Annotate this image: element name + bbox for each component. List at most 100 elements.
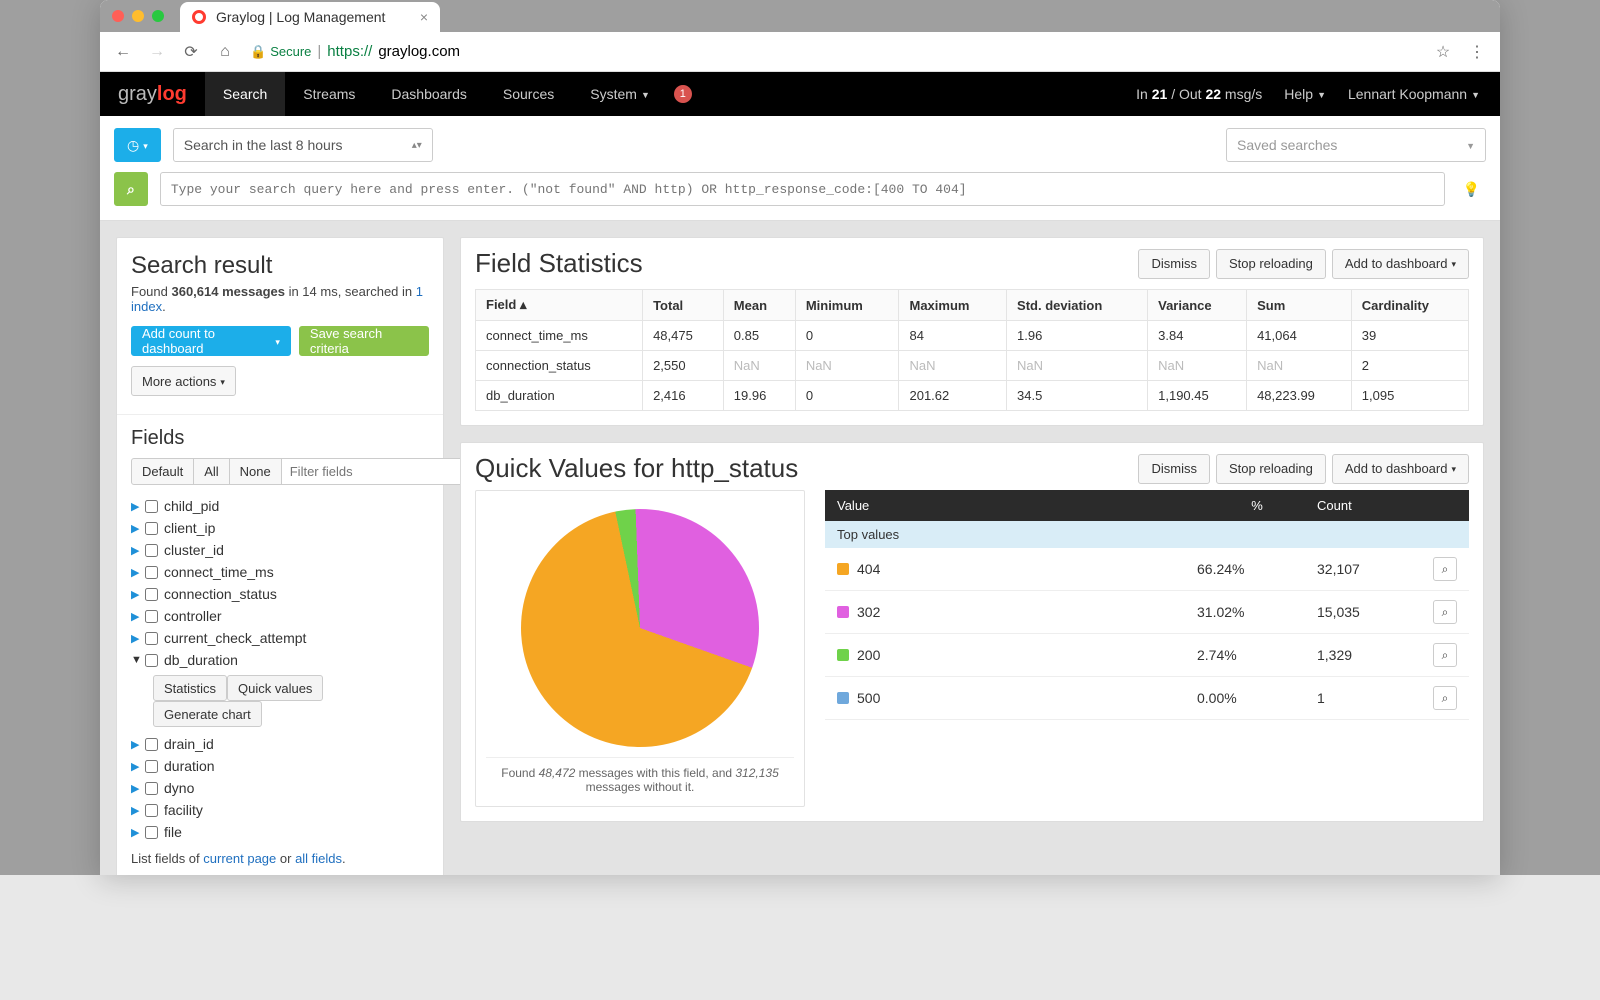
field-item[interactable]: ▶connect_time_ms <box>131 561 429 583</box>
column-header[interactable]: Sum <box>1247 290 1352 321</box>
hint-icon[interactable]: 💡 <box>1457 181 1486 198</box>
field-checkbox[interactable] <box>145 544 158 557</box>
add-to-dashboard-button[interactable]: Add to dashboard ▾ <box>1332 454 1469 484</box>
timerange-select[interactable]: Search in the last 8 hours▴▾ <box>173 128 433 162</box>
field-item[interactable]: ▶facility <box>131 799 429 821</box>
all-fields-link[interactable]: all fields <box>295 851 342 866</box>
add-count-button[interactable]: Add count to dashboard ▾ <box>131 326 291 356</box>
field-item[interactable]: ▶dyno <box>131 777 429 799</box>
saved-searches-select[interactable]: Saved searches▼ <box>1226 128 1486 162</box>
chevron-right-icon[interactable]: ▶ <box>131 632 139 645</box>
save-criteria-button[interactable]: Save search criteria <box>299 326 429 356</box>
field-item[interactable]: ▶file <box>131 821 429 843</box>
fields-default-button[interactable]: Default <box>131 458 194 485</box>
zoom-icon[interactable]: ⌕ <box>1433 557 1457 581</box>
field-checkbox[interactable] <box>145 632 158 645</box>
field-item[interactable]: ▶controller <box>131 605 429 627</box>
nav-item-dashboards[interactable]: Dashboards <box>373 72 485 116</box>
field-checkbox[interactable] <box>145 588 158 601</box>
chevron-right-icon[interactable]: ▶ <box>131 588 139 601</box>
field-item[interactable]: ▶child_pid <box>131 495 429 517</box>
search-button[interactable]: ⌕ <box>114 172 148 206</box>
zoom-icon[interactable]: ⌕ <box>1433 686 1457 710</box>
star-icon[interactable]: ☆ <box>1434 42 1452 62</box>
app-logo[interactable]: graylog <box>100 83 205 106</box>
tab-close-icon[interactable]: × <box>420 9 428 25</box>
forward-icon[interactable]: → <box>148 43 166 61</box>
zoom-icon[interactable]: ⌕ <box>1433 643 1457 667</box>
field-item[interactable]: ▶duration <box>131 755 429 777</box>
chevron-right-icon[interactable]: ▶ <box>131 738 139 751</box>
generate-chart-button[interactable]: Generate chart <box>153 701 262 727</box>
field-item[interactable]: ▶ cluster_id <box>131 539 429 561</box>
reload-icon[interactable]: ⟳ <box>182 42 200 62</box>
column-header[interactable]: Total <box>643 290 724 321</box>
window-max-icon[interactable] <box>152 10 164 22</box>
nav-item-search[interactable]: Search <box>205 72 285 116</box>
field-item[interactable]: ▼db_duration <box>131 649 429 671</box>
dismiss-button[interactable]: Dismiss <box>1138 249 1210 279</box>
stop-reloading-button[interactable]: Stop reloading <box>1216 249 1326 279</box>
stop-reloading-button[interactable]: Stop reloading <box>1216 454 1326 484</box>
help-menu[interactable]: Help ▼ <box>1284 72 1326 116</box>
column-header[interactable]: Cardinality <box>1351 290 1468 321</box>
chevron-down-icon[interactable]: ▼ <box>131 654 139 666</box>
chevron-right-icon[interactable]: ▶ <box>131 566 139 579</box>
field-checkbox[interactable] <box>145 522 158 535</box>
fields-filter-input[interactable] <box>282 458 475 485</box>
fields-none-button[interactable]: None <box>230 458 282 485</box>
browser-tab[interactable]: Graylog | Log Management × <box>180 2 440 32</box>
zoom-icon[interactable]: ⌕ <box>1433 600 1457 624</box>
field-checkbox[interactable] <box>145 826 158 839</box>
field-item[interactable]: ▶current_check_attempt <box>131 627 429 649</box>
chevron-right-icon[interactable]: ▶ <box>131 500 139 513</box>
column-header[interactable]: Std. deviation <box>1007 290 1148 321</box>
nav-item-sources[interactable]: Sources <box>485 72 572 116</box>
field-checkbox[interactable] <box>145 804 158 817</box>
nav-item-streams[interactable]: Streams <box>285 72 373 116</box>
window-min-icon[interactable] <box>132 10 144 22</box>
statistics-button[interactable]: Statistics <box>153 675 227 701</box>
field-checkbox[interactable] <box>145 782 158 795</box>
field-checkbox[interactable] <box>145 760 158 773</box>
chevron-right-icon[interactable]: ▶ <box>131 804 139 817</box>
fields-all-button[interactable]: All <box>194 458 229 485</box>
field-checkbox[interactable] <box>145 566 158 579</box>
chevron-right-icon[interactable]: ▶ <box>131 610 139 623</box>
user-menu[interactable]: Lennart Koopmann ▼ <box>1348 72 1480 116</box>
chevron-right-icon[interactable]: ▶ <box>131 522 139 535</box>
search-query-input[interactable] <box>160 172 1445 206</box>
url-field[interactable]: 🔒 Secure | https://graylog.com <box>250 43 1418 60</box>
menu-icon[interactable]: ⋮ <box>1468 42 1486 62</box>
field-item[interactable]: ▶drain_id <box>131 733 429 755</box>
chevron-right-icon[interactable]: ▶ <box>131 544 139 557</box>
time-config-button[interactable]: ◷▾ <box>114 128 161 162</box>
field-checkbox[interactable] <box>145 610 158 623</box>
field-checkbox[interactable] <box>145 500 158 513</box>
table-cell: NaN <box>1007 351 1148 381</box>
dismiss-button[interactable]: Dismiss <box>1138 454 1210 484</box>
more-actions-button[interactable]: More actions ▾ <box>131 366 236 396</box>
field-checkbox[interactable] <box>145 738 158 751</box>
add-to-dashboard-button[interactable]: Add to dashboard ▾ <box>1332 249 1469 279</box>
column-header[interactable]: Variance <box>1148 290 1247 321</box>
home-icon[interactable]: ⌂ <box>216 43 234 61</box>
current-page-link[interactable]: current page <box>203 851 276 866</box>
field-label: cluster_id <box>164 542 224 558</box>
chevron-right-icon[interactable]: ▶ <box>131 782 139 795</box>
favicon-icon <box>192 10 206 24</box>
window-close-icon[interactable] <box>112 10 124 22</box>
nav-notification-badge[interactable]: 1 <box>674 85 692 103</box>
chevron-right-icon[interactable]: ▶ <box>131 826 139 839</box>
field-checkbox[interactable] <box>145 654 158 667</box>
back-icon[interactable]: ← <box>114 43 132 61</box>
quick-values-button[interactable]: Quick values <box>227 675 323 701</box>
column-header[interactable]: Mean <box>723 290 795 321</box>
column-header[interactable]: Maximum <box>899 290 1007 321</box>
column-header[interactable]: Minimum <box>795 290 899 321</box>
field-item[interactable]: ▶client_ip <box>131 517 429 539</box>
field-item[interactable]: ▶connection_status <box>131 583 429 605</box>
column-header[interactable]: Field ▴ <box>476 290 643 321</box>
chevron-right-icon[interactable]: ▶ <box>131 760 139 773</box>
nav-item-system[interactable]: System ▼ <box>572 72 668 116</box>
